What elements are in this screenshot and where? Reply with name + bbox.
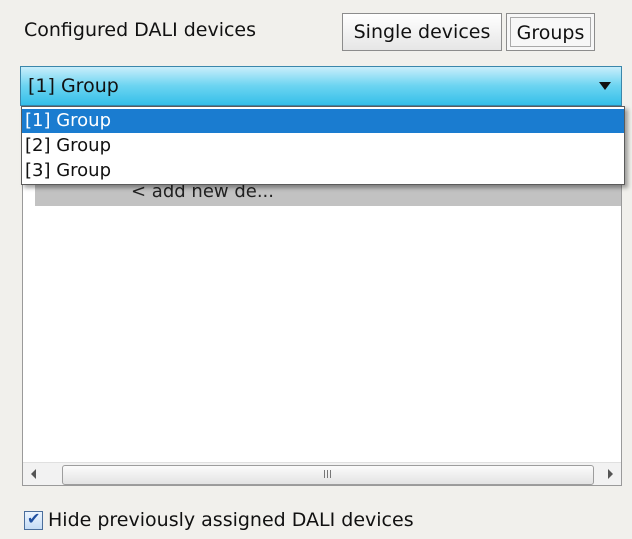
- groups-button-label: Groups: [510, 17, 591, 47]
- dropdown-option-group-1[interactable]: [1] Group: [22, 109, 624, 133]
- dropdown-option-group-3[interactable]: [3] Group: [22, 159, 624, 183]
- grip-icon: [324, 470, 332, 478]
- panel-title: Configured DALI devices: [24, 19, 257, 41]
- group-select-value: [1] Group: [28, 75, 119, 97]
- horizontal-scrollbar[interactable]: [23, 462, 621, 485]
- checkmark-icon: ✔: [27, 509, 41, 528]
- dropdown-option-group-2[interactable]: [2] Group: [22, 134, 624, 158]
- scroll-left-button[interactable]: [23, 463, 45, 485]
- chevron-down-icon[interactable]: [599, 82, 611, 90]
- hide-assigned-checkbox[interactable]: ✔: [24, 509, 43, 530]
- hide-assigned-label[interactable]: Hide previously assigned DALI devices: [48, 507, 414, 533]
- groups-button[interactable]: Groups: [506, 13, 595, 51]
- arrow-right-icon: [608, 469, 613, 479]
- hide-assigned-option[interactable]: ✔ Hide previously assigned DALI devices: [24, 507, 444, 533]
- device-list[interactable]: < add new de...: [22, 160, 622, 486]
- list-item-add-new[interactable]: < add new de...: [35, 181, 621, 206]
- arrow-left-icon: [31, 469, 36, 479]
- single-devices-button[interactable]: Single devices: [342, 13, 502, 51]
- scrollbar-thumb[interactable]: [62, 465, 594, 485]
- group-dropdown-list[interactable]: [1] Group [2] Group [3] Group: [21, 106, 625, 185]
- group-select[interactable]: [1] Group: [20, 66, 622, 106]
- scroll-right-button[interactable]: [599, 463, 621, 485]
